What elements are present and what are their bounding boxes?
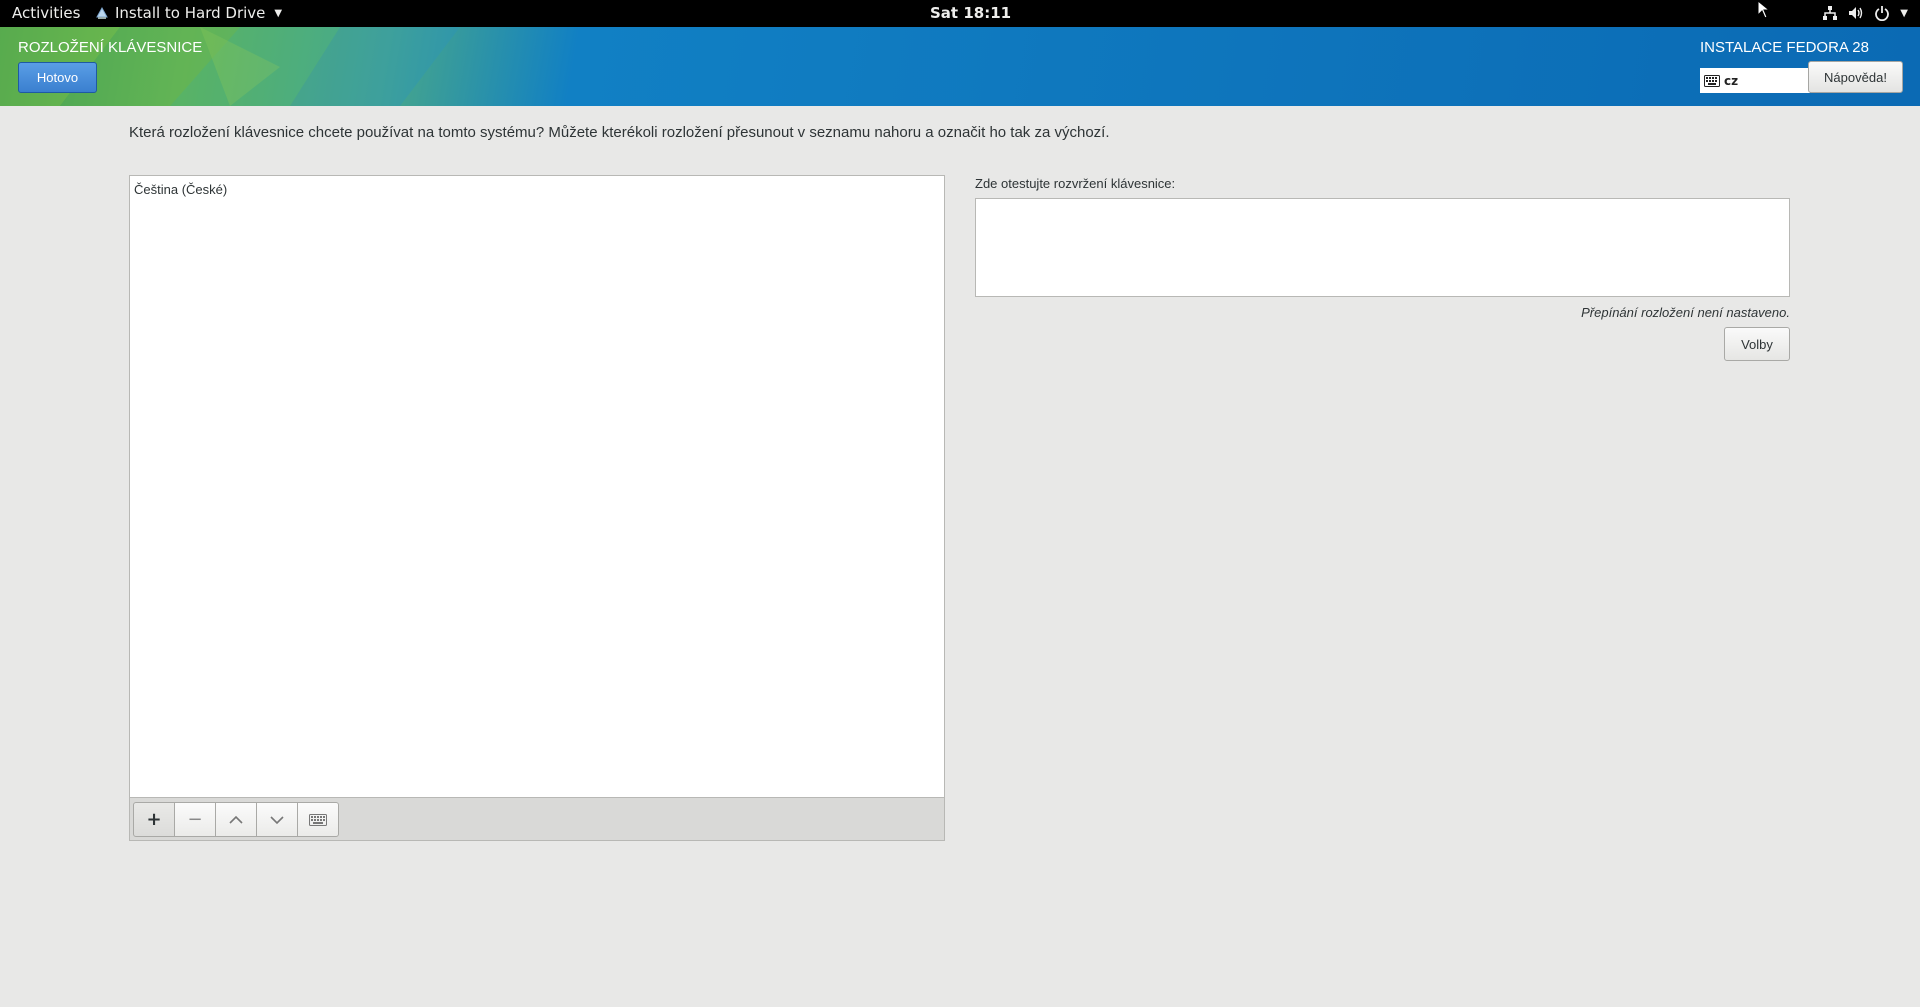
move-up-button[interactable]	[215, 802, 257, 837]
volume-icon	[1849, 7, 1863, 19]
layout-toolbar: + −	[130, 797, 944, 840]
remove-layout-button[interactable]: −	[174, 802, 216, 837]
test-layout-label: Zde otestujte rozvržení klávesnice:	[975, 176, 1176, 191]
keyboard-layout-code: cz	[1724, 73, 1739, 88]
remove-icon: −	[187, 809, 203, 830]
preview-layout-button[interactable]	[297, 802, 339, 837]
clock[interactable]: Sat 18:11	[930, 4, 1011, 22]
test-layout-input[interactable]	[975, 198, 1790, 297]
mouse-cursor-icon	[1757, 0, 1771, 19]
keyboard-icon	[1704, 74, 1720, 87]
layout-switching-status: Přepínání rozložení není nastaveno.	[1581, 305, 1790, 320]
layout-question: Která rozložení klávesnice chcete použív…	[129, 124, 1110, 141]
add-icon: +	[146, 809, 162, 830]
chevron-up-icon	[229, 815, 243, 824]
network-icon	[1823, 6, 1838, 20]
add-layout-button[interactable]: +	[133, 802, 175, 837]
help-button[interactable]: Nápověda!	[1808, 61, 1903, 93]
chevron-down-icon: ▼	[1900, 7, 1908, 19]
system-status-area[interactable]: ▼	[1822, 5, 1908, 21]
layout-list-panel: Čeština (České) + −	[129, 175, 945, 841]
app-menu[interactable]: Install to Hard Drive ▼	[95, 4, 282, 22]
list-item[interactable]: Čeština (České)	[130, 176, 944, 203]
gnome-top-bar: Activities Install to Hard Drive ▼ Sat 1…	[0, 0, 1920, 27]
options-button[interactable]: Volby	[1724, 327, 1790, 361]
spoke-title: ROZLOŽENÍ KLÁVESNICE	[18, 39, 203, 56]
layout-toolbar-buttons: + −	[133, 802, 339, 837]
chevron-down-icon	[270, 815, 284, 824]
app-menu-label: Install to Hard Drive	[115, 4, 266, 22]
power-icon	[1875, 6, 1890, 21]
keyboard-icon	[309, 813, 327, 826]
done-button[interactable]: Hotovo	[18, 62, 97, 93]
product-title: INSTALACE FEDORA 28	[1700, 39, 1869, 56]
layout-list[interactable]: Čeština (České)	[130, 176, 944, 797]
installer-icon	[96, 6, 108, 19]
keyboard-layout-indicator[interactable]: cz	[1700, 68, 1810, 93]
activities-button[interactable]: Activities	[12, 4, 80, 22]
spoke-header: ROZLOŽENÍ KLÁVESNICE Hotovo INSTALACE FE…	[0, 27, 1920, 106]
move-down-button[interactable]	[256, 802, 298, 837]
chevron-down-icon: ▼	[274, 7, 283, 19]
